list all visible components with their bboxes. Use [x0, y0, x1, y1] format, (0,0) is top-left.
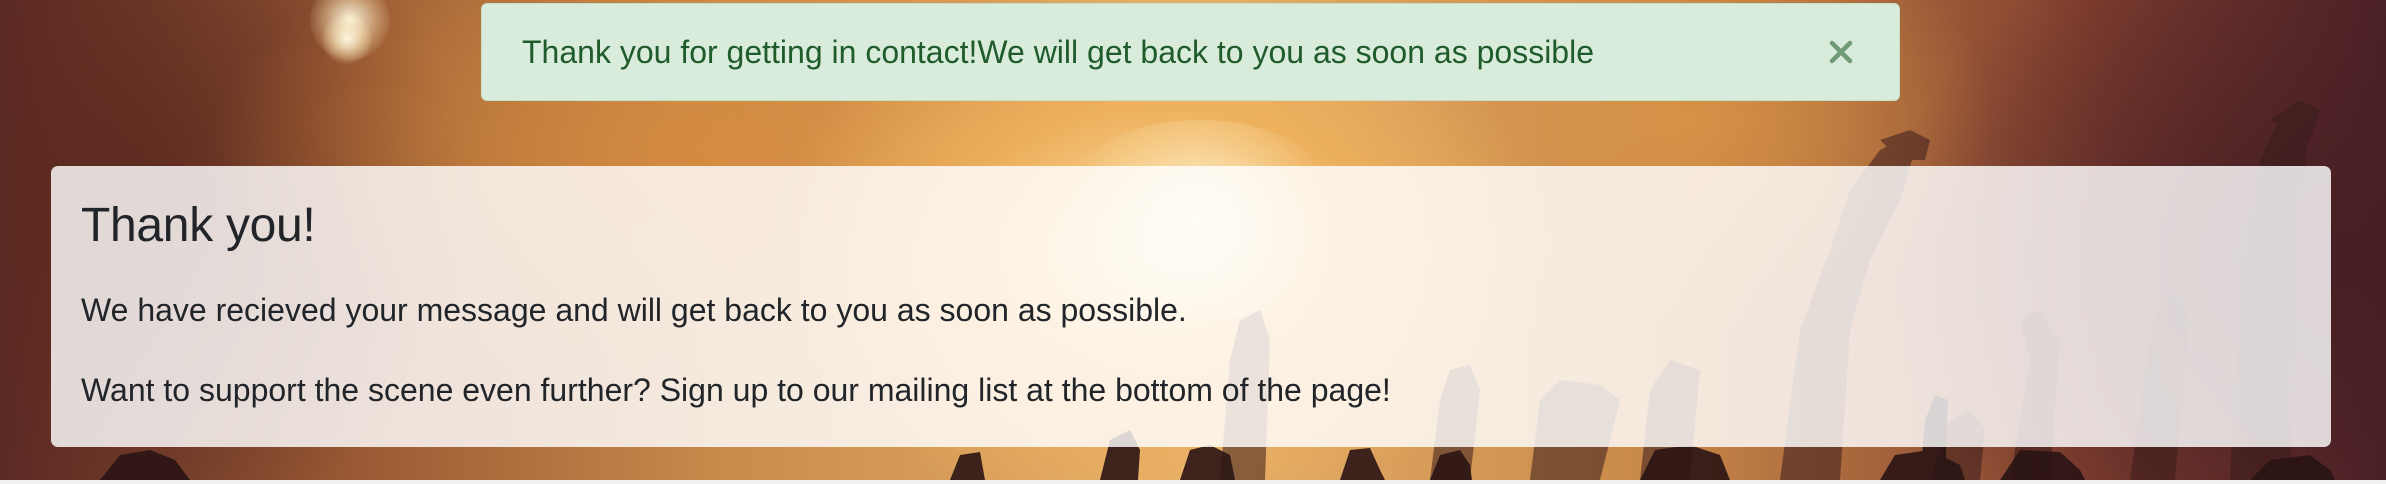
thank-you-card: Thank you! We have recieved your message… [51, 166, 2331, 447]
confirmation-text: We have recieved your message and will g… [81, 292, 1187, 328]
alert-message: Thank you for getting in contact!We will… [522, 34, 1594, 70]
mailing-list-text: Want to support the scene even further? … [81, 372, 1391, 408]
close-icon[interactable] [1823, 34, 1859, 70]
hero-background: Thank you for getting in contact!We will… [0, 0, 2386, 480]
close-icon-glyph [1829, 40, 1853, 64]
divider [0, 480, 2386, 484]
success-alert: Thank you for getting in contact!We will… [481, 3, 1900, 101]
page-title: Thank you! [81, 199, 316, 252]
